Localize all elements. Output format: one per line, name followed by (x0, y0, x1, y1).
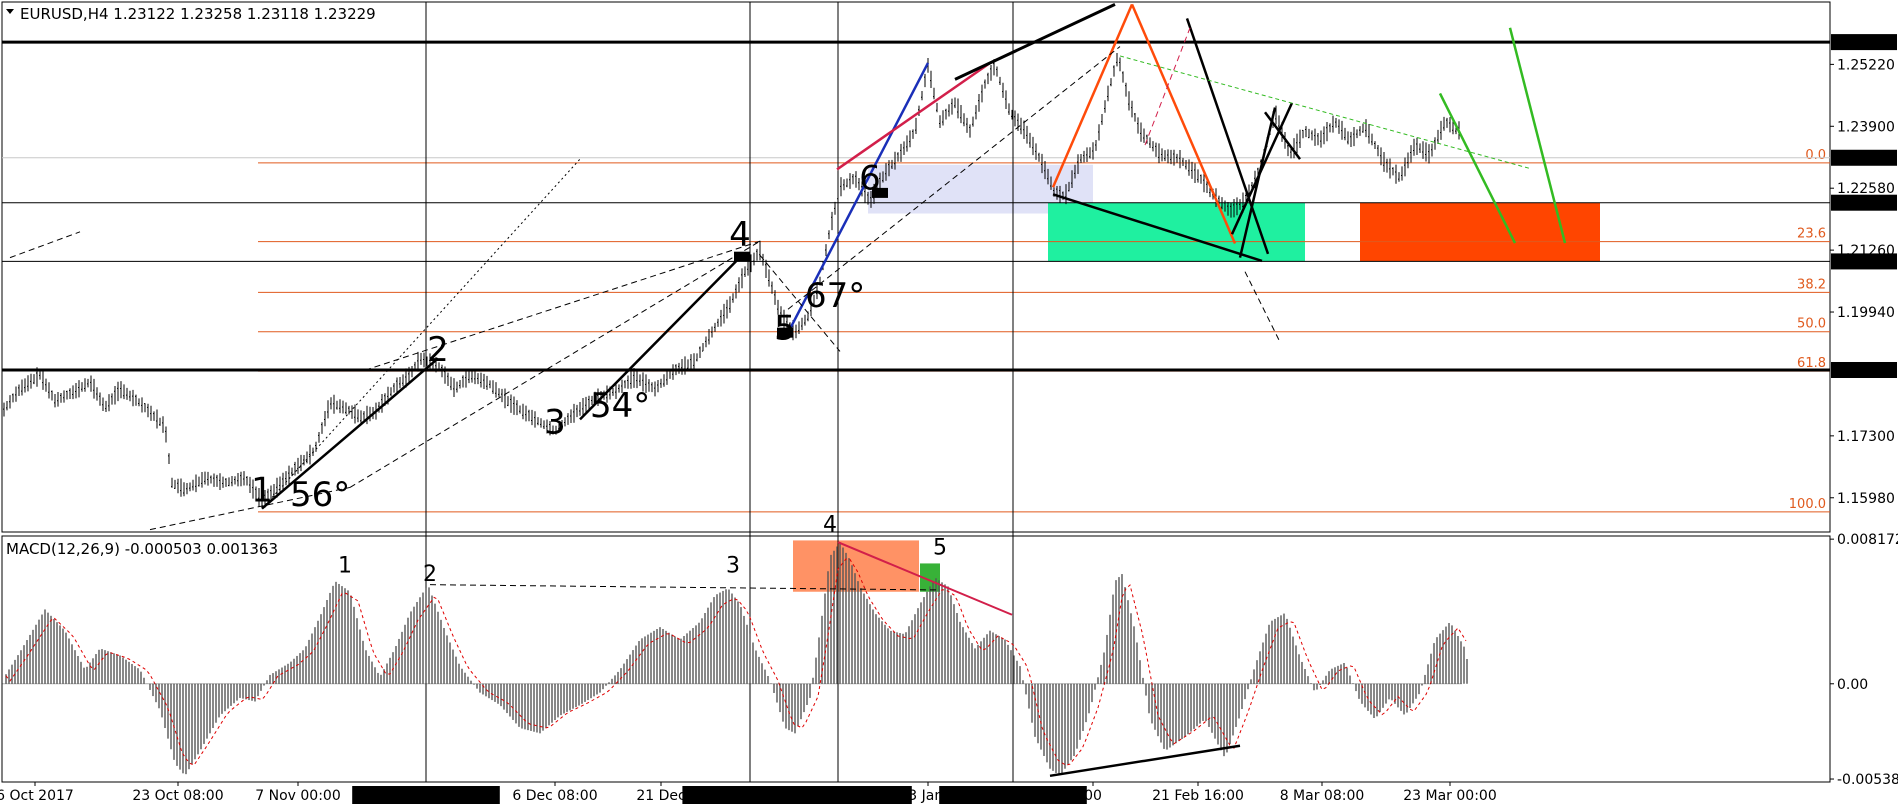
time-tick-label: 8 Mar 08:00 (1280, 788, 1365, 804)
time-tick-label: 21 Feb 16:00 (1152, 788, 1244, 804)
time-tag-label: 2018.01.16 04:00 (776, 788, 901, 804)
macd-tick-label: -0.005382 (1837, 772, 1898, 788)
wave-label: 5 (774, 309, 796, 349)
trend-line-red (836, 61, 991, 171)
time-tick-label: 6 Oct 2017 (0, 788, 74, 804)
price-axis: 1.256951.252201.239001.232291.225801.222… (1830, 34, 1897, 507)
price-tag-label: 1.23229 (1835, 151, 1893, 167)
angle-label: 67° (805, 276, 865, 316)
macd-axis: 0.008172 0.00 -0.005382 (1830, 532, 1898, 788)
wave-label: 6 (859, 159, 881, 199)
time-tick-label: 23 Oct 08:00 (132, 788, 223, 804)
red-zone (1360, 202, 1600, 262)
fib-label: 50.0 (1797, 317, 1826, 332)
time-tick-label: 6 Dec 08:00 (512, 788, 597, 804)
fib-label: 100.0 (1789, 497, 1826, 512)
macd-wave-label: 3 (726, 553, 740, 578)
macd-wave-label: 5 (933, 536, 947, 561)
macd-divergence-line (1049, 744, 1241, 778)
price-tick-label: 1.23900 (1837, 119, 1895, 135)
time-tick-label: 21 Dec (636, 788, 685, 804)
wave-label: 2 (427, 330, 449, 370)
macd-tick-label: 0.008172 (1837, 532, 1898, 548)
fib-label: 23.6 (1797, 227, 1826, 242)
dashed-left-stub (9, 231, 81, 259)
price-tag-label: 1.21019 (1835, 254, 1893, 270)
price-tag-label: 1.18704 (1835, 363, 1893, 379)
price-series (3, 53, 1460, 509)
price-tick-label: 1.15980 (1837, 491, 1895, 507)
trend-drawings (9, 2, 1567, 531)
price-panel-frame (1, 1, 1831, 533)
macd-tick-label: 0.00 (1837, 677, 1868, 693)
zones (793, 164, 1600, 592)
price-tag-label: 1.25695 (1835, 35, 1893, 51)
wave-label: 1 (251, 471, 273, 511)
wave-labels: 1 2 3 4 5 6 56° 54° 67° 1 2 3 4 5 (251, 159, 947, 588)
dashed-channel-mid (349, 240, 761, 488)
red-dashed-line (1144, 27, 1191, 146)
macd-highlight-box (793, 540, 919, 592)
chart-title: EURUSD,H4 1.23122 1.23258 1.23118 1.2322… (20, 5, 376, 23)
angle-label: 54° (590, 386, 650, 426)
chart-canvas: 0.023.638.250.061.8100.0 12345656°54°67°… (0, 1, 1898, 804)
macd-wave-label: 1 (338, 553, 352, 578)
dotted-projection (261, 158, 581, 509)
price-tick-label: 1.17300 (1837, 429, 1895, 445)
macd-signal-line (5, 558, 1467, 766)
fib-label: 0.0 (1805, 148, 1826, 163)
angle-label: 56° (290, 475, 350, 515)
time-tag-label: 2017.11.27 00:00 (364, 788, 489, 804)
triangle-down-icon[interactable] (6, 9, 14, 14)
price-tick-label: 1.19940 (1837, 305, 1895, 321)
time-tick-label: 00 (1084, 788, 1102, 804)
fib-label: 38.2 (1797, 277, 1826, 292)
wave-label: 4 (729, 215, 751, 255)
chart-window: 0.0 23.6 38.2 50.0 61.8 100.0 1 2 3 4 5 6 56° 54° 67°… (0, 0, 1898, 807)
time-axis: 6 Oct 2017 23 Oct 08:00 7 Nov 00:00 2017.11… (0, 782, 1497, 804)
wave-label: 3 (544, 403, 566, 443)
macd-wave-label: 2 (423, 562, 437, 587)
time-tick-label: 23 Mar 00:00 (1403, 788, 1496, 804)
orange-leg-up (1051, 3, 1134, 188)
dashed-channel-upper (364, 240, 761, 371)
time-tag-label: 2018.02.06 00:00 (951, 788, 1076, 804)
price-tag-label: 1.22271 (1835, 196, 1893, 212)
time-tick-label: 7 Nov 00:00 (255, 788, 340, 804)
macd-wave-label: 4 (823, 513, 837, 538)
macd-title: MACD(12,26,9) -0.000503 0.001363 (6, 540, 278, 558)
price-tick-label: 1.25220 (1837, 57, 1895, 73)
